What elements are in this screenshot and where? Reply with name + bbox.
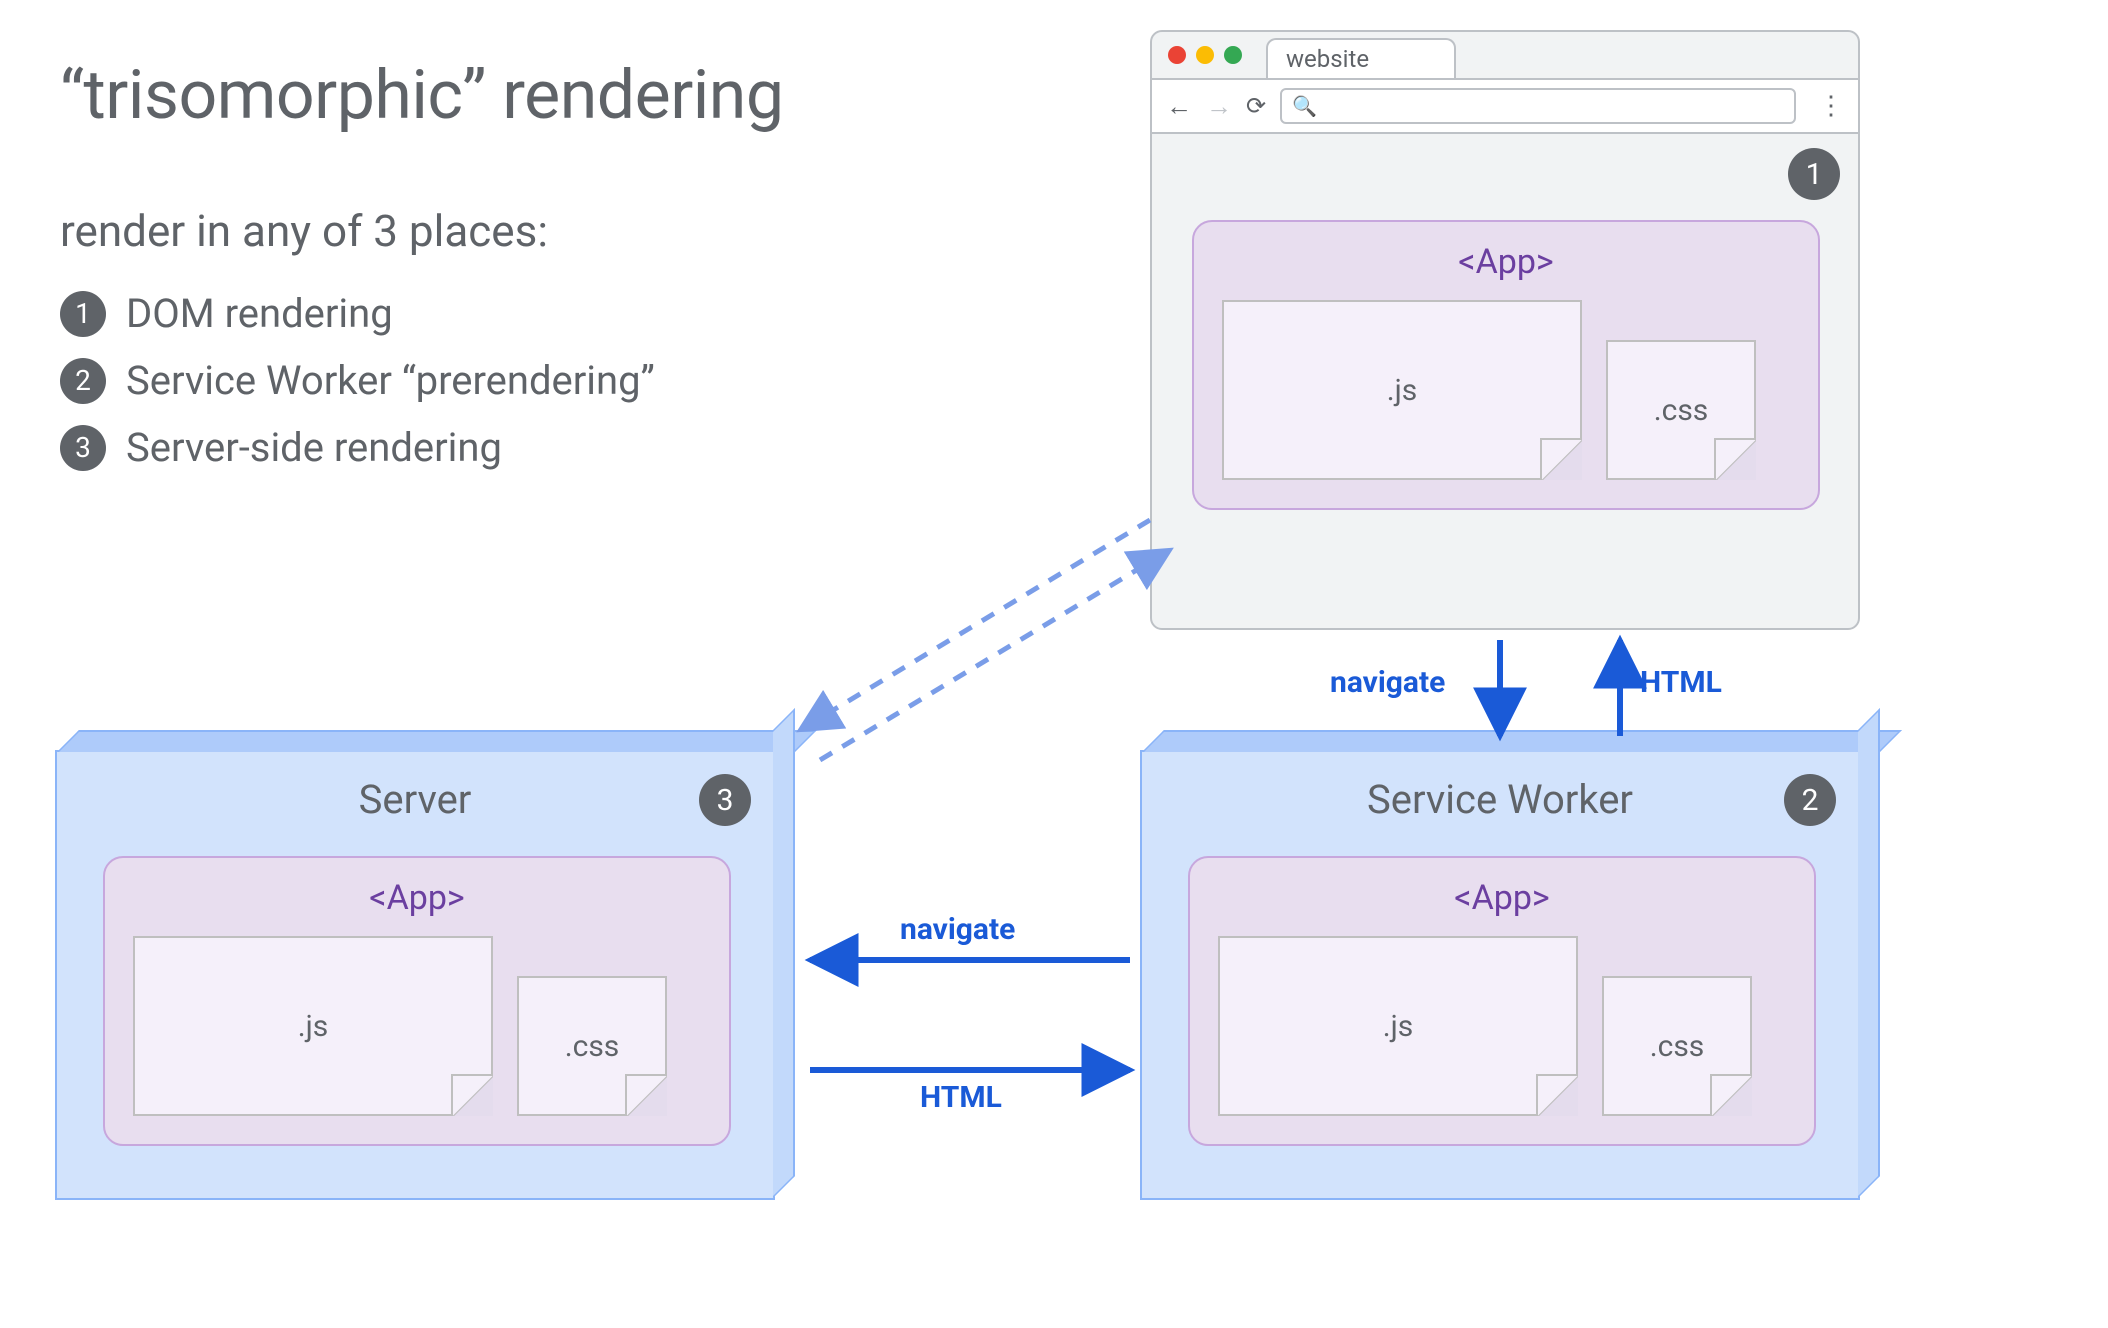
list-badge-3: 3 (60, 425, 106, 471)
service-worker-badge: 2 (1784, 774, 1836, 826)
app-card-sw: <App> .js .css (1188, 856, 1816, 1146)
list-item: 3 Server-side rendering (60, 424, 655, 471)
server-badge: 3 (699, 774, 751, 826)
list-badge-2: 2 (60, 358, 106, 404)
service-worker-title: Service Worker (1142, 752, 1858, 823)
back-icon: ← (1166, 91, 1192, 122)
diagram-subtitle: render in any of 3 places: (60, 205, 548, 257)
flow-label-navigate-horiz: navigate (900, 912, 1015, 947)
flow-label-html-horiz: HTML (920, 1080, 1002, 1115)
file-css: .css (1602, 976, 1752, 1116)
search-icon: 🔍 (1292, 94, 1317, 118)
diagram-title: “trisomorphic” rendering (60, 55, 784, 135)
service-worker-box: Service Worker 2 <App> .js .css (1140, 750, 1860, 1200)
app-card-browser: <App> .js .css (1192, 220, 1820, 510)
app-label: <App> (133, 878, 701, 918)
app-label: <App> (1218, 878, 1786, 918)
browser-badge: 1 (1788, 148, 1840, 200)
list-label: DOM rendering (126, 290, 393, 337)
reload-icon: ⟳ (1246, 92, 1266, 120)
flow-label-navigate-vert: navigate (1330, 665, 1445, 700)
list-badge-1: 1 (60, 291, 106, 337)
forward-icon: → (1206, 91, 1232, 122)
maximize-icon (1224, 46, 1242, 64)
browser-window: website ← → ⟳ 🔍 ⋮ 1 <App> .js .css (1150, 30, 1860, 630)
file-css: .css (517, 976, 667, 1116)
close-icon (1168, 46, 1186, 64)
file-js: .js (1222, 300, 1582, 480)
flow-label-html-vert: HTML (1640, 665, 1722, 700)
list-item: 2 Service Worker “prerendering” (60, 357, 655, 404)
app-label: <App> (1222, 242, 1790, 282)
app-card-server: <App> .js .css (103, 856, 731, 1146)
list-label: Service Worker “prerendering” (126, 357, 655, 404)
file-js: .js (133, 936, 493, 1116)
server-title: Server (57, 752, 773, 823)
server-box: Server 3 <App> .js .css (55, 750, 775, 1200)
list-item: 1 DOM rendering (60, 290, 655, 337)
browser-tab: website (1266, 38, 1456, 78)
file-js: .js (1218, 936, 1578, 1116)
tab-label: website (1286, 45, 1369, 73)
list-label: Server-side rendering (126, 424, 502, 471)
traffic-lights (1168, 46, 1242, 64)
minimize-icon (1196, 46, 1214, 64)
url-bar: 🔍 (1280, 88, 1796, 124)
file-css: .css (1606, 340, 1756, 480)
browser-toolbar: ← → ⟳ 🔍 ⋮ (1152, 78, 1858, 134)
places-list: 1 DOM rendering 2 Service Worker “preren… (60, 290, 655, 471)
menu-icon: ⋮ (1810, 91, 1844, 121)
